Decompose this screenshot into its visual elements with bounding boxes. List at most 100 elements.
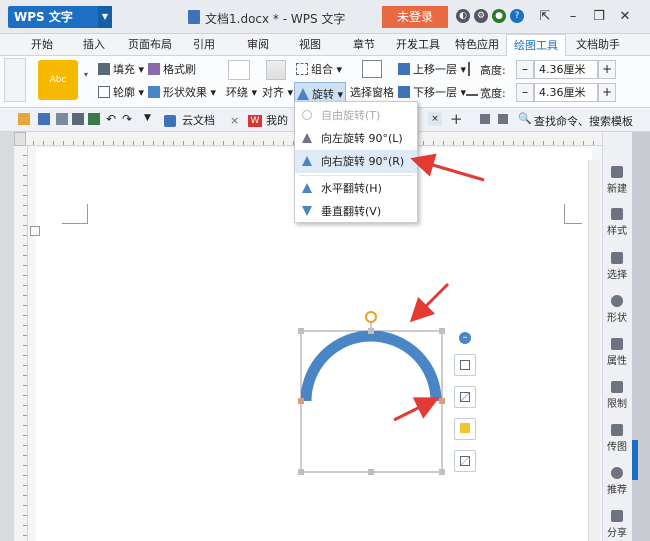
- collapse-icon[interactable]: –: [459, 332, 471, 344]
- share-window-icon[interactable]: ⇱: [534, 6, 556, 28]
- chevron-down-icon[interactable]: ▼: [98, 6, 112, 28]
- close-tab-icon[interactable]: ×: [230, 110, 239, 132]
- sidebar-item-shapes[interactable]: 形状: [602, 295, 632, 324]
- align-button[interactable]: 对齐 ▾: [262, 84, 293, 100]
- flip-vertical-icon: [302, 206, 312, 216]
- close-button[interactable]: ✕: [614, 6, 636, 28]
- width-icon: [466, 86, 478, 96]
- menu-item-rotate-right[interactable]: 向右旋转 90°(R): [295, 150, 417, 173]
- paint-bucket-icon: [460, 423, 470, 433]
- minimize-button[interactable]: –: [562, 6, 584, 28]
- ruler-corner: [14, 132, 26, 146]
- shape-style-swatch[interactable]: Abc: [38, 60, 78, 100]
- login-button[interactable]: 未登录: [382, 6, 448, 28]
- search-commands[interactable]: 查找命令、搜索模板: [534, 113, 633, 129]
- search-icon[interactable]: 🔍: [518, 112, 532, 125]
- height-icon: [468, 62, 478, 76]
- tab-view[interactable]: 视图: [292, 34, 328, 56]
- handle-top: [368, 328, 374, 334]
- send-backward-icon: [398, 86, 410, 98]
- style-more-icon[interactable]: ▾: [84, 70, 92, 90]
- tab-sections[interactable]: 章节: [346, 34, 382, 56]
- redo-icon[interactable]: ↷: [122, 112, 132, 126]
- sidebar-toggle[interactable]: [632, 440, 638, 480]
- tab-my-wps[interactable]: W 我的W: [244, 110, 298, 132]
- group-button[interactable]: 组合 ▾: [296, 61, 342, 77]
- tab-special[interactable]: 特色应用: [450, 34, 504, 56]
- sidebar-item-restrict[interactable]: 限制: [602, 381, 632, 410]
- edit-shape-button[interactable]: [454, 386, 476, 408]
- tab-page-layout[interactable]: 页面布局: [122, 34, 178, 56]
- sidebar-item-properties[interactable]: 属性: [602, 338, 632, 367]
- sidebar-item-share[interactable]: 分享: [602, 510, 632, 539]
- app-name: WPS 文字: [14, 10, 73, 24]
- selection-pane-button[interactable]: 选择窗格: [350, 84, 394, 100]
- menu-divider: [299, 175, 413, 176]
- tab-references[interactable]: 引用: [186, 34, 222, 56]
- width-input[interactable]: 4.36厘米: [534, 83, 598, 102]
- print-preview-icon[interactable]: [56, 113, 68, 125]
- paragraph-icon[interactable]: [30, 226, 40, 236]
- bring-forward-button[interactable]: 上移一层 ▾: [398, 61, 466, 77]
- sidebar-item-styles[interactable]: 样式: [602, 208, 632, 237]
- height-input[interactable]: 4.36厘米: [534, 60, 598, 79]
- sidebar-item-new[interactable]: 新建: [602, 166, 632, 195]
- help-icon[interactable]: ?: [510, 9, 524, 23]
- arc-shape[interactable]: [290, 306, 450, 486]
- shape-effect-button[interactable]: 形状效果 ▾: [148, 84, 216, 100]
- height-increase[interactable]: +: [598, 60, 616, 79]
- new-tab-icon[interactable]: +: [450, 110, 463, 128]
- tab-review[interactable]: 审阅: [240, 34, 276, 56]
- sync-icon[interactable]: ●: [492, 9, 506, 23]
- brush-icon: [148, 63, 160, 75]
- tab-start[interactable]: 开始: [22, 34, 62, 56]
- undo-icon[interactable]: ↶: [106, 112, 116, 126]
- sidebar-item-upload-image[interactable]: 传图: [602, 424, 632, 453]
- print-icon[interactable]: [72, 113, 84, 125]
- menu-tabs: 开始 插入 页面布局 引用 审阅 视图 章节 开发工具 特色应用 绘图工具 文档…: [0, 34, 650, 56]
- send-backward-button[interactable]: 下移一层 ▾: [398, 84, 466, 100]
- skin-icon[interactable]: ◐: [456, 9, 470, 23]
- width-label: 宽度:: [480, 85, 506, 101]
- wrap-button[interactable]: 环绕 ▾: [226, 84, 257, 100]
- close-active-tab-icon[interactable]: ×: [428, 112, 442, 126]
- menu-item-rotate-left[interactable]: 向左旋转 90°(L): [295, 127, 417, 150]
- vertical-ruler[interactable]: [14, 146, 28, 541]
- fill-color-button[interactable]: [454, 418, 476, 440]
- save-icon[interactable]: [38, 113, 50, 125]
- sidebar-item-select[interactable]: 选择: [602, 252, 632, 281]
- tab-insert[interactable]: 插入: [74, 34, 114, 56]
- tab-tool-icon-2[interactable]: [498, 114, 508, 124]
- fill-button[interactable]: 填充 ▾: [98, 61, 144, 77]
- open-icon[interactable]: [18, 113, 30, 125]
- format-painter-button[interactable]: 格式刷: [148, 61, 196, 77]
- app-menu-button[interactable]: WPS 文字 ▼: [8, 6, 112, 28]
- edit-icon: [460, 392, 470, 402]
- menu-item-free-rotate[interactable]: 自由旋转(T): [295, 104, 417, 127]
- tab-drawing-tools[interactable]: 绘图工具: [506, 34, 566, 56]
- style-scroll[interactable]: [4, 58, 26, 102]
- layout-options-button[interactable]: [454, 354, 476, 376]
- fill-icon: [98, 63, 110, 75]
- export-icon[interactable]: [88, 113, 100, 125]
- tab-tool-icon-1[interactable]: [480, 114, 490, 124]
- tab-cloud-docs[interactable]: 云文档 ×: [160, 110, 242, 132]
- rotate-button[interactable]: 旋转 ▾: [294, 82, 346, 102]
- sidebar-item-recommend[interactable]: 推荐: [602, 467, 632, 496]
- rotate-menu: 自由旋转(T) 向左旋转 90°(L) 向右旋转 90°(R) 水平翻转(H) …: [294, 101, 418, 223]
- tab-doc-assistant[interactable]: 文档助手: [570, 34, 626, 56]
- wrap-picture-icon: [228, 60, 250, 80]
- width-decrease[interactable]: –: [516, 83, 534, 102]
- outline-color-button[interactable]: [454, 450, 476, 472]
- menu-item-flip-vertical[interactable]: 垂直翻转(V): [295, 200, 417, 223]
- settings-icon[interactable]: ⚙: [474, 9, 488, 23]
- vertical-scrollbar[interactable]: [588, 160, 600, 541]
- width-increase[interactable]: +: [598, 83, 616, 102]
- quick-more-icon[interactable]: ▼: [144, 113, 151, 123]
- tab-developer[interactable]: 开发工具: [392, 34, 444, 56]
- maximize-button[interactable]: ❐: [588, 6, 610, 28]
- image-icon: [611, 424, 623, 436]
- menu-item-flip-horizontal[interactable]: 水平翻转(H): [295, 177, 417, 200]
- height-decrease[interactable]: –: [516, 60, 534, 79]
- outline-button[interactable]: 轮廓 ▾: [98, 84, 144, 100]
